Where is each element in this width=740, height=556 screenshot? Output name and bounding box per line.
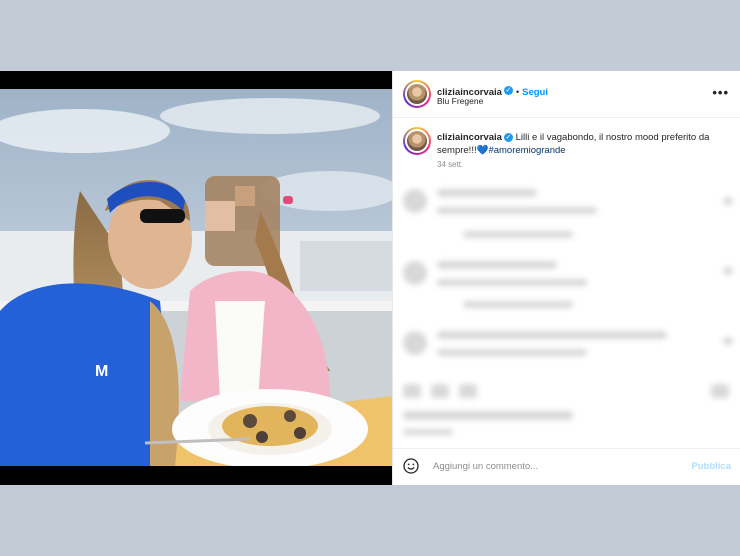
blurred-comments xyxy=(393,179,740,441)
comment-input[interactable]: Aggiungi un commento... xyxy=(433,461,538,472)
caption-username[interactable]: cliziaincorvaia xyxy=(437,132,502,143)
publish-button[interactable]: Pubblica xyxy=(691,461,731,472)
post-photo[interactable]: M xyxy=(0,71,392,485)
post-sidebar: cliziaincorvaia ✓ • Segui Blu Fregene ••• c… xyxy=(392,71,740,485)
heart-emoji: 💙 xyxy=(476,145,489,156)
author-avatar[interactable] xyxy=(403,80,431,108)
post-header: cliziaincorvaia ✓ • Segui Blu Fregene ••• xyxy=(393,71,740,118)
follow-button[interactable]: Segui xyxy=(522,87,548,98)
verified-badge-icon: ✓ xyxy=(503,132,513,142)
shirt-print: M xyxy=(95,363,108,380)
location-link[interactable]: Blu Fregene xyxy=(437,96,483,106)
separator-dot: • xyxy=(515,87,520,97)
comment-bar: Aggiungi un commento... Pubblica xyxy=(393,448,740,485)
more-options-icon[interactable]: ••• xyxy=(712,85,729,100)
photo-illustration: M xyxy=(0,71,392,485)
post-caption: cliziaincorvaia ✓ Lilli e il vagabondo, i… xyxy=(437,131,727,157)
emoji-icon[interactable] xyxy=(403,458,419,474)
instagram-post: M cliziaincorvaia ✓ • Segui Blu Fregene … xyxy=(0,71,740,485)
post-age[interactable]: 34 sett. xyxy=(437,160,463,169)
verified-badge-icon: ✓ xyxy=(503,86,513,96)
hashtag-link[interactable]: #amoremiogrande xyxy=(488,145,565,156)
caption-avatar[interactable] xyxy=(403,127,431,155)
